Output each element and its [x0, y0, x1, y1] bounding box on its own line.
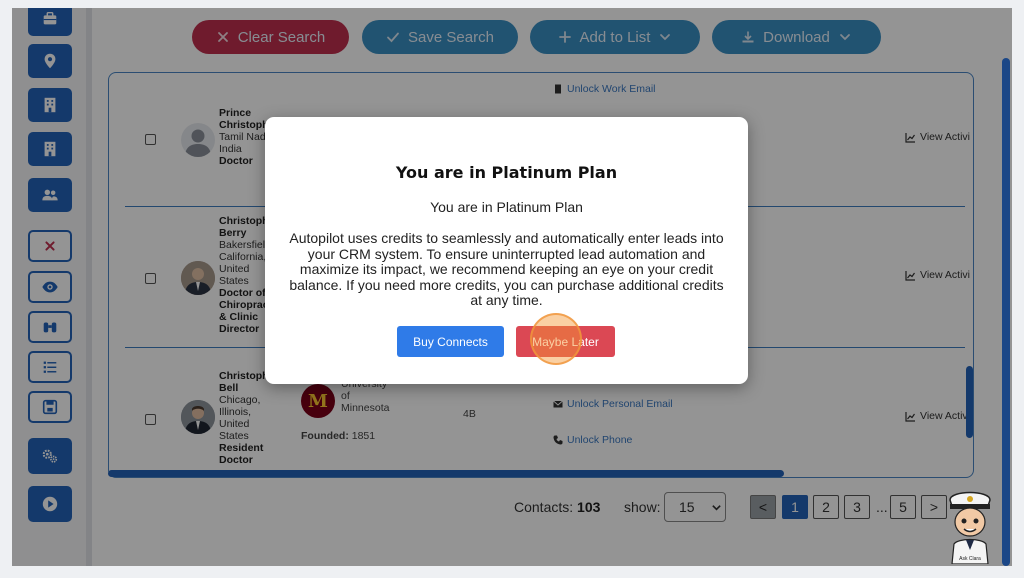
modal-title: You are in Platinum Plan: [395, 163, 618, 182]
modal-body-text: Autopilot uses credits to seamlessly and…: [289, 230, 724, 308]
click-indicator: [530, 313, 582, 365]
modal-subtitle: You are in Platinum Plan: [430, 199, 583, 215]
mascot-caption: Ask Clara: [959, 556, 981, 562]
plan-modal: You are in Platinum Plan You are in Plat…: [265, 117, 748, 384]
buy-connects-button[interactable]: Buy Connects: [397, 326, 504, 357]
app-frame: Clear Search Save Search Add to List Dow…: [12, 8, 1012, 566]
assistant-mascot[interactable]: Ask Clara: [942, 484, 998, 565]
